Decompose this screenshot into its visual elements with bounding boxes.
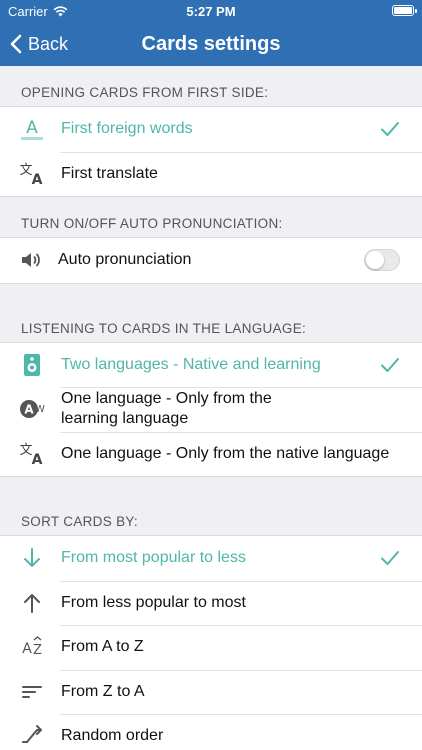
translate-icon: 文A [18,160,46,188]
back-button[interactable]: Back [10,22,68,66]
group-listening: Two languages - Native and learning AW O… [0,341,422,477]
option-z-to-a[interactable]: From Z to A [0,669,422,715]
option-less-popular[interactable]: From less popular to most [0,580,422,626]
option-first-translate[interactable]: 文A First translate [0,151,422,197]
group-sort: From most popular to less From less popu… [0,535,422,750]
option-random-order[interactable]: Random order [0,714,422,750]
option-only-native-language[interactable]: 文A One language - Only from the native l… [0,431,422,477]
option-only-learning-language[interactable]: AW One language - Only from the learning… [0,387,422,432]
group-opening: A First foreign words 文A First translate [0,106,422,197]
audio-device-icon [18,351,46,379]
section-header-auto-pronunciation: TURN ON/OFF AUTO PRONUNCIATION: [21,216,283,231]
text-a-icon: A [18,115,46,143]
svg-text:A: A [32,172,43,188]
section-header-listening: LISTENING TO CARDS IN THE LANGUAGE: [21,320,307,336]
svg-text:A: A [22,641,32,657]
back-label: Back [28,33,69,54]
shuffle-icon [18,722,46,750]
option-label: From less popular to most [61,593,246,611]
arrow-up-icon [18,589,46,617]
option-first-foreign-words[interactable]: A First foreign words [0,107,422,152]
svg-text:文: 文 [19,443,32,458]
option-label: Two languages - Native and learning [61,355,321,373]
option-label: From Z to A [61,682,145,700]
checkmark-icon [381,357,399,372]
option-label: Auto pronunciation [58,251,192,269]
option-label: One language - Only from the learning la… [61,390,272,428]
option-label: One language - Only from the native lang… [61,444,390,462]
battery-icon [392,5,417,16]
section-header-opening: OPENING CARDS FROM FIRST SIDE: [21,85,269,100]
sort-lines-icon [18,678,46,706]
auto-pronunciation-toggle[interactable] [364,249,400,272]
option-most-popular[interactable]: From most popular to less [0,536,422,581]
settings-list: OPENING CARDS FROM FIRST SIDE: A First f… [0,66,422,750]
translate-icon: 文A [18,440,46,468]
navigation-bar: Back Cards settings [0,22,422,66]
svg-text:Z: Z [33,643,42,658]
group-auto-pronunciation: Auto pronunciation [0,237,422,284]
svg-text:A: A [26,118,38,138]
sort-az-icon: AZ [18,633,46,661]
status-bar: Carrier 5:27 PM [0,0,422,22]
svg-text:A: A [32,452,43,468]
speaker-icon [18,246,46,274]
arrow-down-icon [18,544,46,572]
option-label: From A to Z [61,638,144,656]
option-a-to-z[interactable]: AZ From A to Z [0,625,422,670]
option-two-languages[interactable]: Two languages - Native and learning [0,343,422,388]
option-label: From most popular to less [61,549,246,567]
checkmark-icon [381,122,399,137]
section-header-sort: SORT CARDS BY: [21,514,138,529]
status-time: 5:27 PM [186,4,236,19]
chevron-left-icon [10,34,22,54]
svg-text:文: 文 [19,163,32,178]
option-label: First foreign words [61,120,193,138]
aw-language-icon: AW [18,395,46,423]
option-label: Random order [61,727,164,745]
svg-text:W: W [35,404,45,415]
svg-text:A: A [24,403,34,417]
option-label: First translate [61,164,158,182]
option-auto-pronunciation[interactable]: Auto pronunciation [0,238,422,283]
checkmark-icon [381,551,399,566]
